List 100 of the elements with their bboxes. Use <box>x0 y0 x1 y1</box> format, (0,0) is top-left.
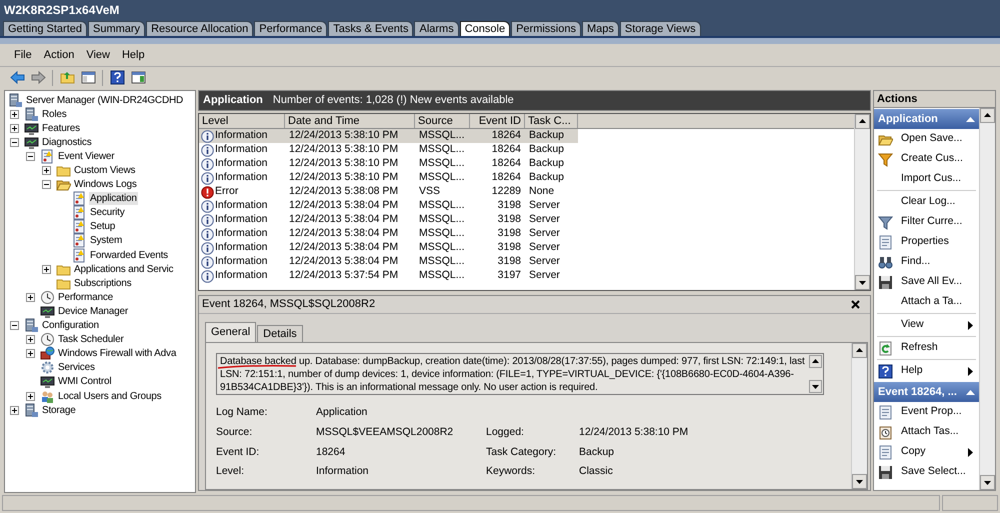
scroll-up-icon[interactable] <box>980 108 995 123</box>
scroll-down-icon[interactable] <box>852 474 867 489</box>
event-row[interactable]: Information 12/24/2013 5:38:04 PM MSSQL... 3198 Server <box>199 213 578 227</box>
task-link[interactable]: Refresh <box>874 338 979 358</box>
event-row[interactable]: Information 12/24/2013 5:38:10 PM MSSQL... 18264 Backup <box>199 129 578 143</box>
tree-item[interactable]: Services <box>57 361 96 374</box>
scroll-up-icon[interactable] <box>852 343 867 358</box>
task-link[interactable]: Attach a Ta... <box>874 292 979 312</box>
show-pane-button[interactable] <box>79 68 97 86</box>
event-row[interactable]: Information 12/24/2013 5:38:04 PM MSSQL... 3198 Server <box>199 199 578 213</box>
scrollbar[interactable] <box>851 343 867 489</box>
section-header[interactable]: Event 18264, ... <box>874 382 979 402</box>
collapse-toggle[interactable] <box>10 321 19 330</box>
task-link[interactable]: View <box>874 315 979 335</box>
tab[interactable]: Performance <box>254 21 328 36</box>
tree-item[interactable]: Diagnostics <box>41 136 92 149</box>
section-header[interactable]: Application <box>874 109 979 129</box>
task-link[interactable]: Create Cus... <box>874 149 979 169</box>
scroll-up-icon[interactable] <box>809 355 822 368</box>
tree-item[interactable]: Device Manager <box>57 304 130 318</box>
tree-item[interactable]: Windows Logs <box>73 178 138 192</box>
task-link[interactable]: Save All Ev... <box>874 272 979 292</box>
scroll-up-icon[interactable] <box>855 114 870 129</box>
event-row[interactable]: Information 12/24/2013 5:38:04 PM MSSQL... 3198 Server <box>199 255 578 269</box>
menu-item[interactable]: Action <box>38 46 80 64</box>
event-row[interactable]: Information 12/24/2013 5:38:10 PM MSSQL... 18264 Backup <box>199 143 578 157</box>
task-link[interactable]: Event Prop... <box>874 402 979 422</box>
task-link[interactable]: Clear Log... <box>874 192 979 212</box>
close-button[interactable] <box>849 298 861 310</box>
menu-item[interactable]: File <box>8 46 38 64</box>
expand-toggle[interactable] <box>26 335 35 344</box>
tab[interactable]: Getting Started <box>3 21 87 36</box>
column-header[interactable]: Source <box>415 114 470 128</box>
tree-item[interactable]: Subscriptions <box>73 276 132 290</box>
tree-item[interactable]: Performance <box>57 290 114 304</box>
scroll-down-icon[interactable] <box>980 475 995 490</box>
tree-item[interactable]: Storage <box>41 404 77 417</box>
expand-toggle[interactable] <box>26 292 35 302</box>
expand-toggle[interactable] <box>42 264 51 274</box>
tree-item[interactable]: Server Manager (WIN-DR24GCDHD <box>25 94 184 107</box>
scroll-down-icon[interactable] <box>809 380 822 393</box>
menu-item[interactable]: Help <box>116 46 151 64</box>
tab[interactable]: Tasks & Events <box>328 21 414 36</box>
tree-item[interactable]: Applications and Servic <box>73 262 174 276</box>
expand-toggle[interactable] <box>10 110 19 119</box>
collapse-toggle[interactable] <box>26 152 35 161</box>
scrollbar[interactable] <box>979 108 995 490</box>
tree-item[interactable]: Security <box>89 206 126 220</box>
tab[interactable]: Permissions <box>511 21 581 36</box>
event-row[interactable]: Error 12/24/2013 5:38:08 PM VSS 12289 None <box>199 185 578 199</box>
expand-toggle[interactable] <box>10 124 19 133</box>
collapse-toggle[interactable] <box>10 138 19 147</box>
tree-item[interactable]: Custom Views <box>73 164 136 178</box>
task-link[interactable]: Properties <box>874 232 979 252</box>
expand-toggle[interactable] <box>42 166 51 176</box>
task-link[interactable]: Attach Tas... <box>874 422 979 442</box>
help-button[interactable] <box>108 68 126 86</box>
task-link[interactable]: Filter Curre... <box>874 212 979 232</box>
tree-item[interactable]: Features <box>41 122 81 135</box>
scroll-down-icon[interactable] <box>855 275 870 290</box>
tab[interactable]: Alarms <box>414 21 459 36</box>
back-button[interactable] <box>8 68 26 86</box>
event-row[interactable]: Information 12/24/2013 5:38:10 PM MSSQL... 18264 Backup <box>199 157 578 171</box>
tree-item[interactable]: Roles <box>41 108 68 121</box>
collapse-toggle[interactable] <box>42 180 51 190</box>
task-link[interactable]: Find... <box>874 252 979 272</box>
menu-item[interactable]: View <box>80 46 116 64</box>
tab[interactable]: Summary <box>88 21 146 36</box>
tree-item[interactable]: Forwarded Events <box>89 248 169 262</box>
column-header[interactable]: Date and Time <box>285 114 415 128</box>
event-row[interactable]: Information 12/24/2013 5:38:04 PM MSSQL... 3198 Server <box>199 227 578 241</box>
tab[interactable]: Details <box>257 325 303 342</box>
column-header[interactable]: Task C... <box>525 114 578 128</box>
tab[interactable]: Resource Allocation <box>146 21 254 36</box>
event-row[interactable]: Information 12/24/2013 5:37:54 PM MSSQL... 3197 Server <box>199 269 578 283</box>
task-link[interactable]: Save Select... <box>874 462 979 482</box>
tree-item[interactable]: Local Users and Groups <box>57 390 162 403</box>
column-header[interactable]: Level <box>199 114 285 128</box>
event-row[interactable]: Information 12/24/2013 5:38:04 PM MSSQL... 3198 Server <box>199 241 578 255</box>
tree-item[interactable]: Setup <box>89 220 116 234</box>
task-link[interactable]: Help <box>874 361 979 381</box>
event-row[interactable]: Information 12/24/2013 5:38:10 PM MSSQL... 18264 Backup <box>199 171 578 185</box>
tree-item[interactable]: Application <box>89 192 138 206</box>
scrollbar[interactable] <box>809 354 823 394</box>
tree-item[interactable]: Windows Firewall with Adva <box>57 347 178 360</box>
tab[interactable]: Maps <box>582 21 619 36</box>
tree-item[interactable]: Task Scheduler <box>57 333 125 346</box>
tree-item[interactable]: Event Viewer <box>57 150 116 163</box>
tree-item[interactable]: Configuration <box>41 319 100 332</box>
expand-toggle[interactable] <box>10 406 19 415</box>
task-link[interactable]: Open Save... <box>874 129 979 149</box>
scrollbar[interactable] <box>854 114 870 290</box>
tab[interactable]: General <box>205 322 256 342</box>
action-pane-button[interactable] <box>129 68 147 86</box>
tab[interactable]: Console <box>460 21 510 36</box>
tab[interactable]: Storage Views <box>620 21 701 36</box>
forward-button[interactable] <box>29 68 47 86</box>
column-header[interactable]: Event ID <box>470 114 525 128</box>
tree-item[interactable]: WMI Control <box>57 375 112 388</box>
expand-toggle[interactable] <box>26 392 35 401</box>
